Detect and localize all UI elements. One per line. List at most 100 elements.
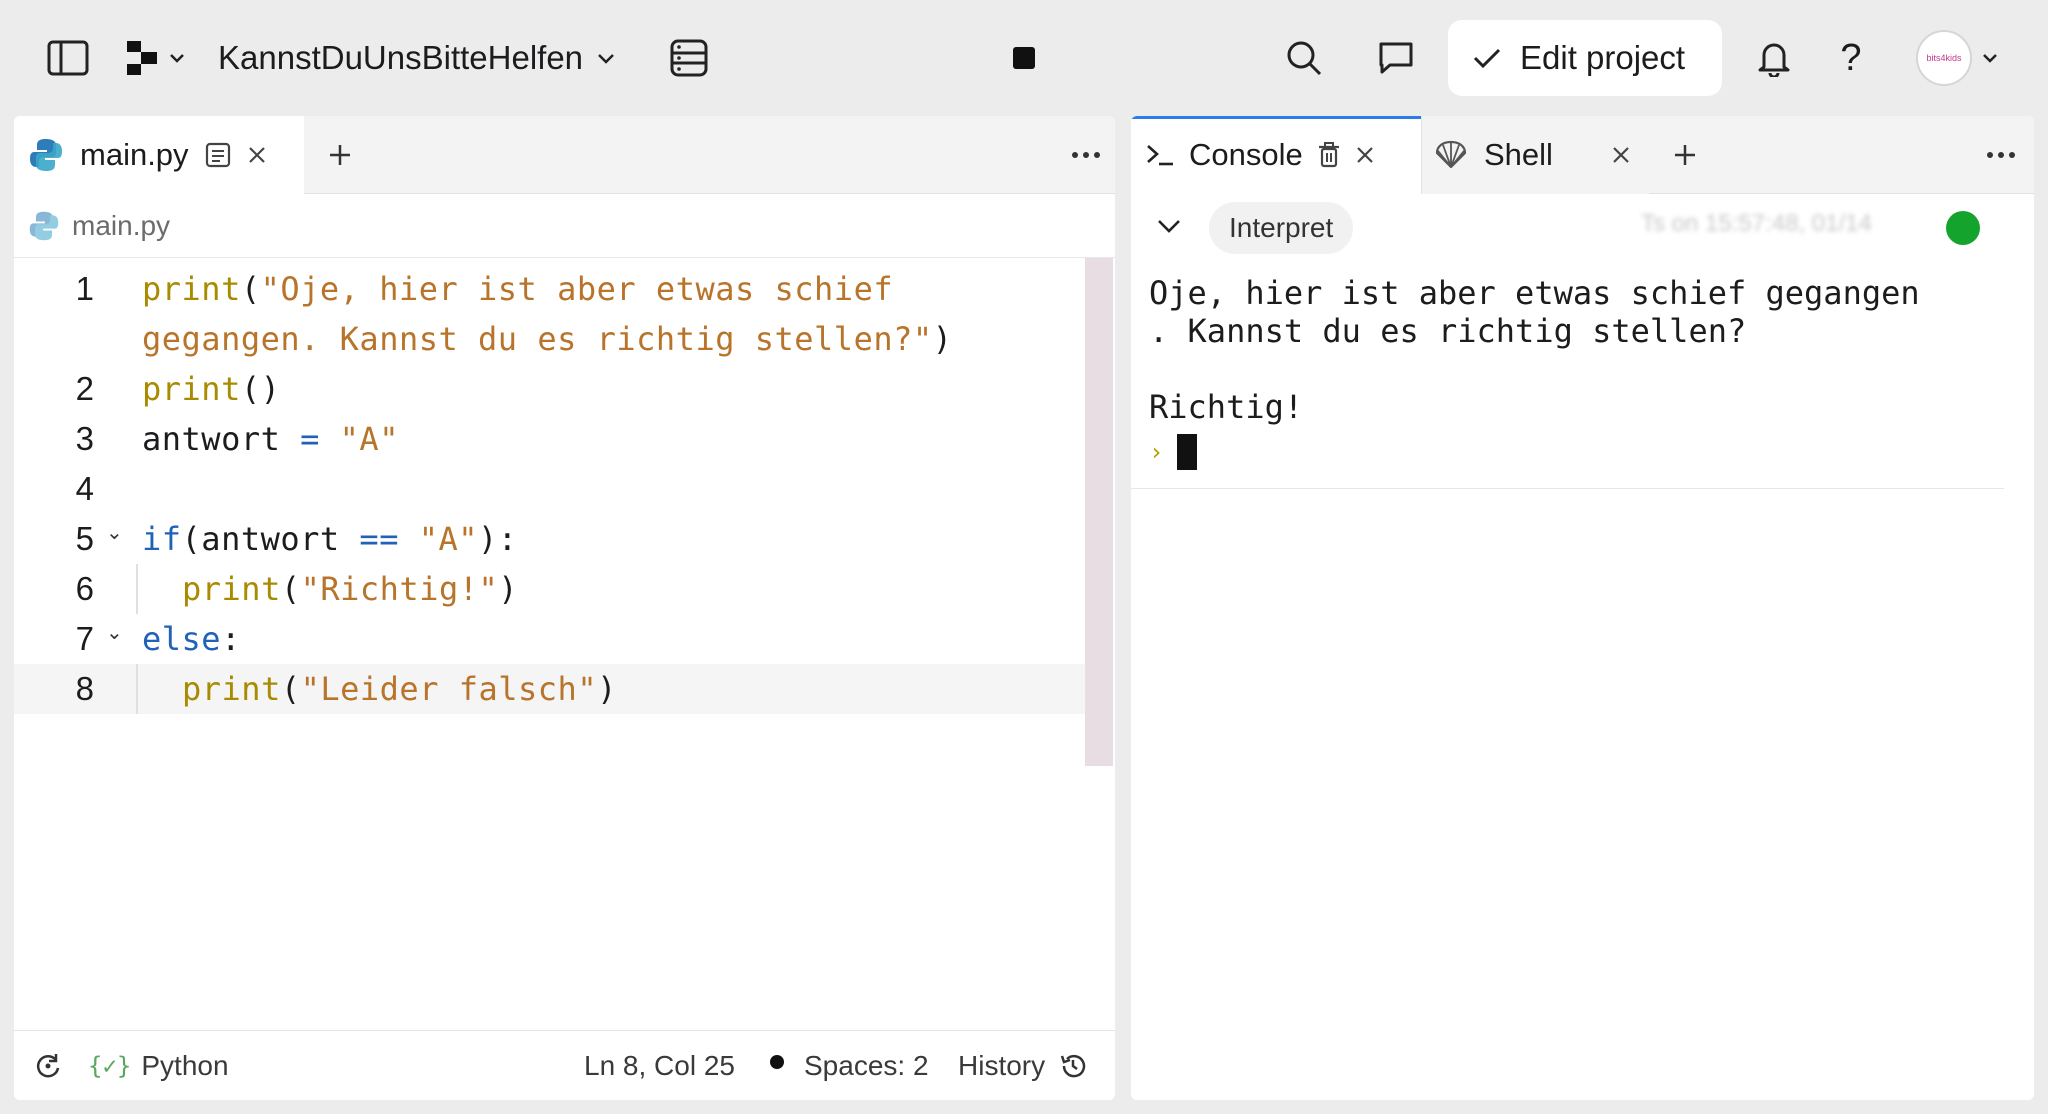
code-token: ( — [240, 270, 261, 308]
line-number: 8 — [75, 670, 94, 707]
editor-scrollbar[interactable] — [1085, 258, 1113, 766]
code-line[interactable]: 7 ⌄ else: — [14, 614, 1085, 664]
close-icon[interactable] — [247, 145, 267, 165]
language-label: Python — [141, 1050, 229, 1081]
close-icon[interactable] — [1611, 145, 1631, 165]
tab-label: main.py — [80, 137, 189, 172]
code-token: antwort — [142, 420, 301, 458]
line-number: 7 — [75, 620, 94, 657]
code-token: "Oje, hier ist aber etwas schief — [260, 270, 894, 308]
notifications-bell-icon[interactable] — [1756, 0, 1792, 116]
code-token: "A" — [339, 420, 399, 458]
sidebar-toggle-icon[interactable] — [44, 0, 92, 116]
code-text: else: — [142, 614, 241, 664]
fold-chevron-icon[interactable]: ⌄ — [106, 520, 123, 545]
line-number: 4 — [75, 470, 94, 507]
cursor-position[interactable]: Ln 8, Col 25 — [584, 1050, 735, 1082]
avatar-logo-text: bits4kids — [1926, 53, 1962, 63]
run-config-icon[interactable] — [666, 0, 712, 116]
code-line[interactable]: gegangen. Kannst du es richtig stellen?"… — [14, 314, 1085, 364]
more-options-icon[interactable] — [1983, 116, 2019, 194]
code-text: print() — [142, 364, 280, 414]
python-icon — [29, 211, 59, 240]
console-tabbar: Console Shell — [1131, 116, 2034, 194]
history-button[interactable]: History — [958, 1031, 1087, 1100]
code-text: print("Leider falsch") — [182, 664, 617, 714]
run-status-dot — [1946, 211, 1980, 245]
code-line[interactable]: 5 ⌄ if(antwort == "A"): — [14, 514, 1085, 564]
code-token: () — [240, 370, 281, 408]
edit-project-button[interactable]: Edit project — [1448, 20, 1722, 96]
project-name: KannstDuUnsBitteHelfen — [218, 39, 584, 76]
code-editor[interactable]: 1 print("Oje, hier ist aber etwas schief g… — [14, 258, 1115, 878]
editor-statusbar: {✓} Python Ln 8, Col 25 Spaces: 2 Histor… — [14, 1030, 1115, 1100]
help-icon[interactable]: ? — [1836, 0, 1866, 116]
code-token: = — [300, 420, 320, 458]
history-label: History — [958, 1050, 1046, 1081]
run-timestamp: Ts on 15:57:48, 01/14 — [1641, 210, 1872, 237]
add-tab-icon[interactable] — [320, 116, 360, 194]
avatar: bits4kids — [1916, 30, 1972, 86]
code-token: print — [182, 570, 281, 608]
code-token: : — [221, 620, 241, 658]
fold-chevron-icon[interactable]: ⌄ — [106, 620, 123, 645]
collapse-chevron-icon[interactable] — [1153, 194, 1185, 258]
tab-main-py[interactable]: main.py — [14, 116, 304, 194]
code-token: ): — [478, 520, 518, 558]
restart-icon[interactable] — [30, 1031, 66, 1100]
code-line[interactable]: 6 print("Richtig!") — [14, 564, 1085, 614]
code-token: (antwort — [181, 520, 360, 558]
code-text: antwort = "A" — [142, 414, 399, 464]
document-outline-icon[interactable] — [205, 142, 231, 168]
shell-icon — [1435, 140, 1467, 169]
chevron-down-icon — [170, 54, 184, 63]
editor-tabbar: main.py — [14, 116, 1115, 194]
code-line[interactable]: 8 print("Leider falsch") — [14, 664, 1085, 714]
close-icon[interactable] — [1355, 145, 1375, 165]
more-options-icon[interactable] — [1068, 116, 1104, 194]
stop-icon[interactable] — [1010, 0, 1038, 116]
indent-setting[interactable]: Spaces: 2 — [804, 1050, 929, 1082]
language-indicator[interactable]: {✓} Python — [88, 1031, 229, 1100]
code-token: print — [142, 370, 241, 408]
console-panel: Console Shell Interpret Ts on 15:57:48, … — [1131, 116, 2034, 1100]
code-token: gegangen. Kannst du es richtig stellen?" — [142, 320, 933, 358]
console-input-line[interactable]: › — [1149, 434, 1198, 470]
chat-icon[interactable] — [1376, 0, 1416, 116]
code-line[interactable]: 4 — [14, 464, 1085, 514]
chevron-down-icon — [598, 53, 614, 64]
indent-guide — [136, 564, 138, 614]
search-icon[interactable] — [1284, 0, 1324, 116]
code-text: print("Oje, hier ist aber etwas schief — [142, 264, 893, 314]
code-line[interactable]: 1 print("Oje, hier ist aber etwas schief — [14, 264, 1085, 314]
line-number: 5 — [75, 520, 94, 557]
add-tab-icon[interactable] — [1665, 116, 1705, 194]
interpret-button[interactable]: Interpret — [1209, 202, 1354, 254]
console-header: Interpret Ts on 15:57:48, 01/14 — [1131, 194, 2034, 258]
breadcrumb: main.py — [14, 194, 1115, 258]
code-line[interactable]: 2 print() — [14, 364, 1085, 414]
checkmark-icon — [1473, 48, 1501, 69]
code-token: ) — [932, 320, 953, 358]
prompt-arrow-icon: › — [1149, 438, 1164, 466]
python-icon — [30, 139, 62, 171]
code-token: ( — [280, 670, 301, 708]
replit-logo-icon — [127, 41, 157, 75]
code-text: if(antwort == "A"): — [142, 514, 518, 564]
lsp-ok-icon: {✓} — [88, 1052, 132, 1080]
edit-project-label: Edit project — [1520, 39, 1686, 76]
code-token: "Leider falsch" — [300, 670, 598, 708]
code-line[interactable]: 3 antwort = "A" — [14, 414, 1085, 464]
tab-shell[interactable]: Shell — [1421, 116, 1649, 194]
project-menu-button[interactable] — [122, 0, 188, 116]
account-menu[interactable]: bits4kids — [1916, 0, 1998, 116]
breadcrumb-file[interactable]: main.py — [72, 210, 170, 242]
tab-console[interactable]: Console — [1131, 116, 1421, 194]
terminal-prompt-icon — [1147, 145, 1173, 166]
code-token: else — [142, 620, 222, 658]
text-cursor — [1177, 434, 1198, 470]
trash-icon[interactable] — [1317, 141, 1341, 169]
project-name-dropdown[interactable]: KannstDuUnsBitteHelfen — [218, 0, 615, 116]
